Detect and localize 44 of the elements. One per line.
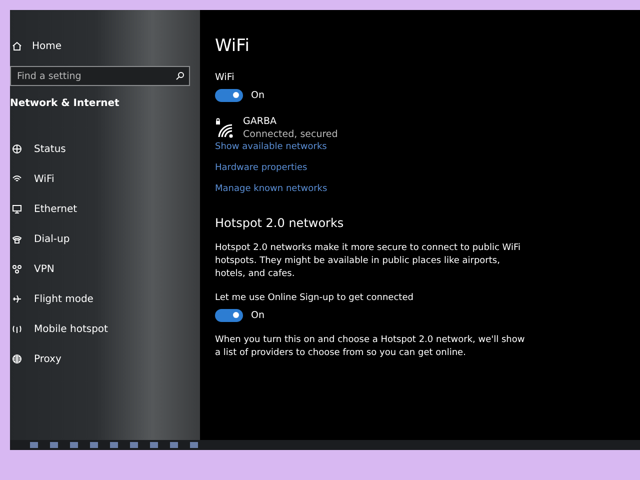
nav-item[interactable]: Status — [10, 134, 200, 164]
airplane-icon — [12, 294, 22, 304]
taskbar-icon[interactable] — [170, 442, 178, 448]
home-icon — [12, 41, 22, 51]
network-name: GARBA — [243, 116, 278, 127]
phone-icon — [12, 234, 22, 244]
monitor-icon — [12, 204, 22, 214]
note-text: When you turn this on and choose a Hotspot 2.0 network, we'll show a list of providers to choose from so you can get online. — [215, 334, 526, 360]
search-icon — [175, 71, 185, 81]
section-heading: Network & Internet — [10, 98, 120, 111]
taskbar-icon[interactable] — [130, 442, 138, 448]
taskbar-icon[interactable] — [190, 442, 198, 448]
toggle-state: On — [251, 310, 264, 321]
taskbar-icon[interactable] — [30, 442, 38, 448]
nav-item[interactable]: Proxy — [10, 344, 200, 374]
home-link[interactable]: Home — [10, 38, 200, 54]
toggle-switch[interactable] — [215, 89, 243, 102]
section-heading: Hotspot 2.0 networks — [215, 216, 345, 230]
wifi-icon — [12, 174, 22, 184]
nav-item[interactable]: Ethernet — [10, 194, 200, 224]
taskbar-icon[interactable] — [110, 442, 118, 448]
globe-icon — [12, 144, 22, 154]
nav-item[interactable]: Flight mode — [10, 284, 200, 314]
toggle-state: On — [251, 90, 264, 101]
taskbar-icon[interactable] — [70, 442, 78, 448]
taskbar-icon[interactable] — [50, 442, 58, 448]
settings-link[interactable]: Manage known networks — [215, 184, 328, 194]
nav-item[interactable]: VPN — [10, 254, 200, 284]
description-text: Hotspot 2.0 networks make it more secure to connect to public WiFi hotspots. They might be available in public places like airports, hotels, and cafes. — [215, 242, 522, 281]
network-status: Connected, secured — [243, 129, 338, 140]
nav-item[interactable]: Mobile hotspot — [10, 314, 200, 344]
taskbar-icon[interactable] — [90, 442, 98, 448]
toggle-label: WiFi — [215, 72, 236, 83]
nav-item[interactable]: WiFi — [10, 164, 200, 194]
globe-icon — [12, 354, 22, 364]
settings-link[interactable]: Hardware properties — [215, 163, 308, 173]
search-field[interactable]: Find a setting — [10, 66, 190, 86]
secured-wifi-icon — [215, 118, 235, 138]
taskbar-icon[interactable] — [150, 442, 158, 448]
page-title: WiFi — [215, 36, 250, 58]
settings-link[interactable]: Show available networks — [215, 142, 327, 152]
toggle-label: Let me use Online Sign-up to get connected — [215, 293, 414, 303]
nav-item[interactable]: Dial-up — [10, 224, 200, 254]
toggle-switch[interactable] — [215, 309, 243, 322]
